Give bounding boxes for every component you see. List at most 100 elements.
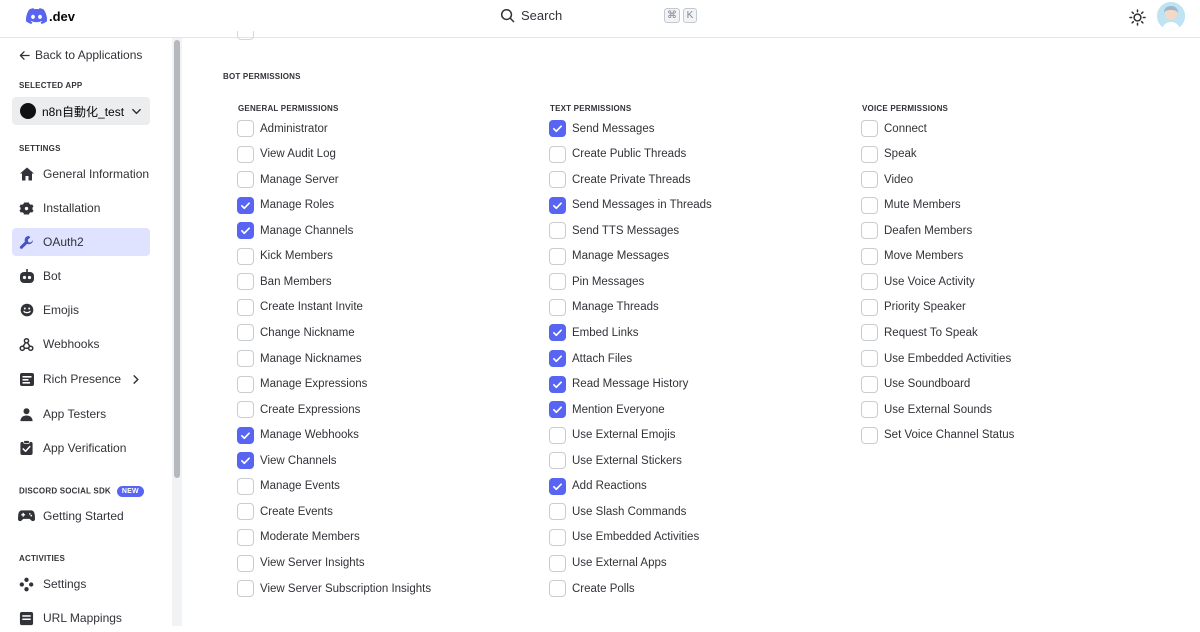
permission-checkbox-row[interactable]: Attach Files [549, 350, 632, 368]
checkbox[interactable] [549, 554, 566, 572]
sidebar-scrollbar-thumb[interactable] [174, 40, 180, 478]
checkbox[interactable] [861, 247, 878, 265]
selected-app-dropdown[interactable]: n8n自動化_test [12, 97, 150, 125]
checkbox[interactable] [237, 247, 254, 265]
checkbox[interactable] [237, 580, 254, 598]
sidebar-item-webhooks[interactable]: Webhooks [12, 330, 150, 358]
back-to-applications-link[interactable]: Back to Applications [19, 48, 142, 62]
checkbox-checked[interactable] [237, 426, 254, 444]
theme-toggle-icon[interactable] [1129, 9, 1146, 31]
checkbox[interactable] [549, 452, 566, 470]
checkbox[interactable] [861, 222, 878, 240]
permission-checkbox-row[interactable]: Manage Messages [549, 247, 669, 265]
permission-checkbox-row[interactable]: Read Message History [549, 375, 688, 393]
checkbox[interactable] [861, 350, 878, 368]
checkbox-checked[interactable] [237, 196, 254, 214]
permission-checkbox-row[interactable]: Speak [861, 145, 917, 163]
checkbox[interactable] [237, 503, 254, 521]
permission-checkbox-row[interactable]: Request To Speak [861, 324, 978, 342]
checkbox[interactable] [861, 324, 878, 342]
checkbox[interactable] [549, 222, 566, 240]
permission-checkbox-row[interactable]: Video [861, 171, 913, 189]
checkbox[interactable] [237, 375, 254, 393]
checkbox[interactable] [861, 120, 878, 137]
permission-checkbox-row[interactable]: Mention Everyone [549, 401, 665, 419]
permission-checkbox-row[interactable]: View Audit Log [237, 145, 336, 163]
discord-dev-logo[interactable]: .dev [26, 8, 75, 24]
checkbox[interactable] [861, 298, 878, 316]
permission-checkbox-row[interactable]: View Server Subscription Insights [237, 580, 431, 598]
checkbox[interactable] [549, 145, 566, 163]
checkbox[interactable] [237, 477, 254, 495]
permission-checkbox-row[interactable]: Priority Speaker [861, 298, 966, 316]
checkbox[interactable] [549, 273, 566, 291]
checkbox[interactable] [861, 401, 878, 419]
checkbox[interactable] [237, 350, 254, 368]
search-button[interactable]: Search [500, 8, 562, 23]
sidebar-item-app-verification[interactable]: App Verification [12, 434, 150, 462]
checkbox[interactable] [861, 145, 878, 163]
sidebar-item-rich-presence[interactable]: Rich Presence [12, 365, 150, 393]
permission-checkbox-row[interactable]: Manage Threads [549, 298, 659, 316]
permission-checkbox-row[interactable]: Manage Channels [237, 222, 353, 240]
permission-checkbox-row[interactable]: Manage Events [237, 477, 340, 495]
permission-checkbox-row[interactable]: Use External Emojis [549, 426, 676, 444]
permission-checkbox-row[interactable]: Send Messages [549, 120, 654, 137]
permission-checkbox-row[interactable]: Send TTS Messages [549, 222, 679, 240]
permission-checkbox-row[interactable]: Change Nickname [237, 324, 355, 342]
sidebar-item-getting-started[interactable]: Getting Started [12, 502, 150, 530]
permission-checkbox-row[interactable]: Move Members [861, 247, 963, 265]
checkbox[interactable] [549, 247, 566, 265]
permission-checkbox-row[interactable]: Manage Nicknames [237, 350, 362, 368]
permission-checkbox-row[interactable]: Use Embedded Activities [861, 350, 1011, 368]
permission-checkbox-row[interactable]: Set Voice Channel Status [861, 426, 1014, 444]
sidebar-item-oauth2[interactable]: OAuth2 [12, 228, 150, 256]
checkbox[interactable] [549, 298, 566, 316]
permission-checkbox-row[interactable]: Moderate Members [237, 528, 360, 546]
permission-checkbox-row[interactable]: Embed Links [549, 324, 638, 342]
sidebar-item-url-mappings[interactable]: URL Mappings [12, 604, 150, 632]
permission-checkbox-row[interactable]: Manage Server [237, 171, 339, 189]
checkbox[interactable] [237, 401, 254, 419]
checkbox[interactable] [861, 273, 878, 291]
permission-checkbox-row[interactable]: Manage Roles [237, 196, 334, 214]
checkbox[interactable] [861, 196, 878, 214]
permission-checkbox-row[interactable]: View Server Insights [237, 554, 365, 572]
checkbox[interactable] [237, 145, 254, 163]
checkbox[interactable] [237, 273, 254, 291]
checkbox[interactable] [237, 554, 254, 572]
permission-checkbox-row[interactable]: Create Public Threads [549, 145, 686, 163]
checkbox[interactable] [861, 375, 878, 393]
checkbox[interactable] [237, 171, 254, 189]
partial-checkbox-above[interactable] [237, 31, 254, 40]
checkbox[interactable] [237, 298, 254, 316]
checkbox[interactable] [237, 324, 254, 342]
sidebar-item-bot[interactable]: Bot [12, 262, 150, 290]
permission-checkbox-row[interactable]: Create Instant Invite [237, 298, 363, 316]
permission-checkbox-row[interactable]: Connect [861, 120, 927, 137]
sidebar-item-general-information[interactable]: General Information [12, 160, 150, 188]
permission-checkbox-row[interactable]: View Channels [237, 452, 337, 470]
permission-checkbox-row[interactable]: Manage Webhooks [237, 426, 359, 444]
sidebar-item-emojis[interactable]: Emojis [12, 296, 150, 324]
permission-checkbox-row[interactable]: Use External Stickers [549, 452, 682, 470]
permission-checkbox-row[interactable]: Add Reactions [549, 477, 647, 495]
checkbox-checked[interactable] [549, 477, 566, 495]
permission-checkbox-row[interactable]: Ban Members [237, 273, 332, 291]
checkbox-checked[interactable] [237, 452, 254, 470]
sidebar-item-installation[interactable]: Installation [12, 194, 150, 222]
sidebar-item-app-testers[interactable]: App Testers [12, 400, 150, 428]
permission-checkbox-row[interactable]: Kick Members [237, 247, 333, 265]
user-avatar[interactable] [1157, 2, 1185, 30]
permission-checkbox-row[interactable]: Use External Apps [549, 554, 667, 572]
checkbox-checked[interactable] [549, 120, 566, 137]
permission-checkbox-row[interactable]: Use External Sounds [861, 401, 992, 419]
checkbox-checked[interactable] [549, 324, 566, 342]
permission-checkbox-row[interactable]: Send Messages in Threads [549, 196, 712, 214]
checkbox[interactable] [549, 580, 566, 598]
checkbox-checked[interactable] [549, 196, 566, 214]
checkbox[interactable] [549, 426, 566, 444]
permission-checkbox-row[interactable]: Administrator [237, 120, 328, 137]
permission-checkbox-row[interactable]: Manage Expressions [237, 375, 367, 393]
permission-checkbox-row[interactable]: Mute Members [861, 196, 961, 214]
